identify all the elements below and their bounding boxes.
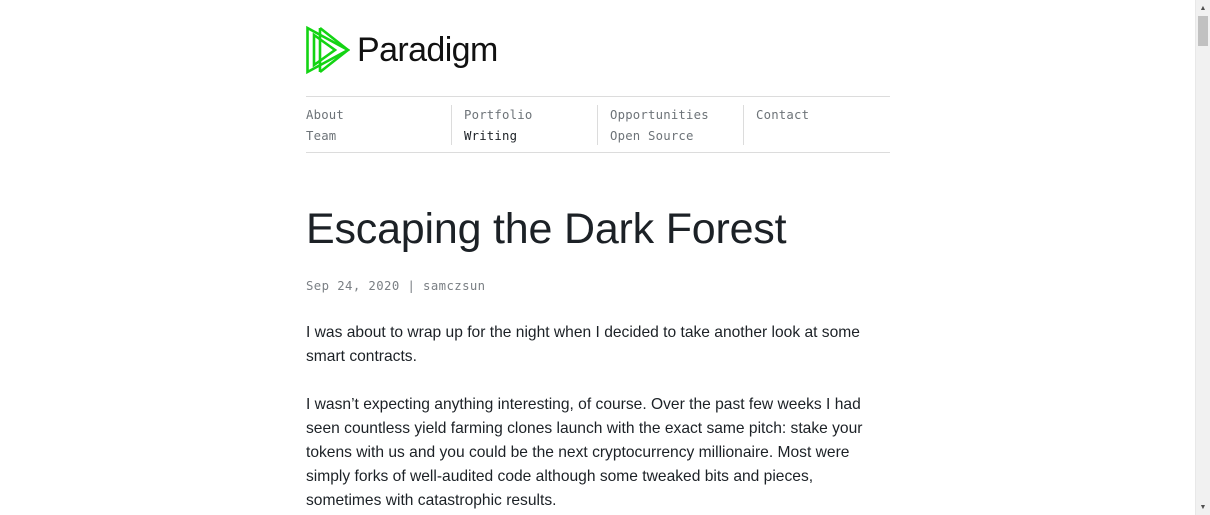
nav-link-team[interactable]: Team (306, 126, 451, 147)
nav-link-about[interactable]: About (306, 105, 451, 126)
article-paragraph-2: I wasn’t expecting anything interesting,… (306, 396, 863, 509)
nav-link-contact[interactable]: Contact (756, 105, 890, 126)
article-paragraph-1: I was about to wrap up for the night whe… (306, 324, 860, 365)
paradigm-logo-link[interactable]: Paradigm (306, 25, 498, 75)
brand-name: Paradigm (357, 31, 498, 69)
nav-link-portfolio[interactable]: Portfolio (464, 105, 597, 126)
article-title: Escaping the Dark Forest (306, 205, 787, 253)
main-nav: About Team Portfolio Writing Opportuniti… (306, 96, 890, 153)
scroll-up-arrow-icon[interactable]: ▲ (1196, 1, 1210, 15)
nav-column-2: Portfolio Writing (451, 105, 597, 145)
nav-link-opportunities[interactable]: Opportunities (610, 105, 743, 126)
vertical-scrollbar[interactable]: ▲ ▼ (1195, 0, 1210, 515)
nav-link-open-source[interactable]: Open Source (610, 126, 743, 147)
scroll-down-arrow-icon[interactable]: ▼ (1196, 500, 1210, 514)
paradigm-logo-icon (306, 25, 350, 75)
nav-column-1: About Team (306, 105, 451, 145)
nav-link-writing[interactable]: Writing (464, 126, 597, 147)
scrollbar-thumb[interactable] (1198, 16, 1208, 46)
nav-column-4: Contact (743, 105, 890, 145)
article-meta: Sep 24, 2020 | samczsun (306, 279, 486, 293)
nav-column-3: Opportunities Open Source (597, 105, 743, 145)
